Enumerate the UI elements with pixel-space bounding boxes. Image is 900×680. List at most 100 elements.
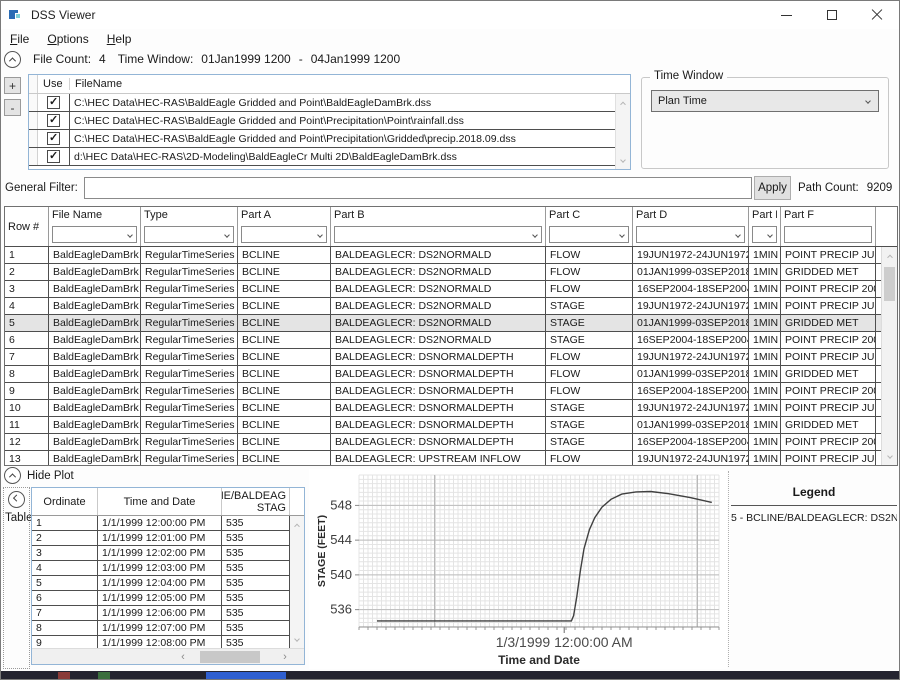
list-item[interactable]: 41/1/1999 12:03:00 PM535 — [32, 561, 304, 576]
table-cell: FLOW — [546, 366, 633, 382]
list-item[interactable]: 81/1/1999 12:07:00 PM535 — [32, 621, 304, 636]
column-filter-combo[interactable] — [241, 226, 327, 243]
chevron-down-icon — [865, 98, 871, 104]
title-bar[interactable]: DSS Viewer — [1, 1, 899, 29]
ordinate-table-hscrollbar[interactable]: ‹ › — [32, 648, 304, 664]
time-date-column-header: Time and Date — [98, 488, 222, 515]
file-row: C:\HEC Data\HEC-RAS\BaldEagle Gridded an… — [29, 130, 630, 148]
table-row[interactable]: 12BaldEagleDamBrkRegularTimeSeriesBCLINE… — [5, 434, 897, 451]
column-filter-combo[interactable] — [144, 226, 234, 243]
column-filter-combo[interactable] — [549, 226, 629, 243]
taskbar-item[interactable] — [98, 672, 110, 679]
file-list-scrollbar[interactable] — [615, 94, 630, 169]
apply-button[interactable]: Apply — [754, 176, 791, 200]
menu-options[interactable]: Options — [38, 30, 97, 48]
table-row[interactable]: 6BaldEagleDamBrkRegularTimeSeriesBCLINEB… — [5, 332, 897, 349]
menu-file[interactable]: File — [1, 30, 38, 48]
column-header-label: Type — [144, 209, 234, 221]
table-row[interactable]: 4BaldEagleDamBrkRegularTimeSeriesBCLINEB… — [5, 298, 897, 315]
scroll-down-button[interactable] — [290, 632, 304, 646]
table-row[interactable]: 8BaldEagleDamBrkRegularTimeSeriesBCLINEB… — [5, 366, 897, 383]
table-row[interactable]: 7BaldEagleDamBrkRegularTimeSeriesBCLINEB… — [5, 349, 897, 366]
table-row[interactable]: 11BaldEagleDamBrkRegularTimeSeriesBCLINE… — [5, 417, 897, 434]
file-list: Use FileName C:\HEC Data\HEC-RAS\BaldEag… — [28, 74, 631, 170]
use-checkbox[interactable] — [47, 132, 60, 145]
taskbar-item[interactable] — [206, 672, 286, 679]
taskbar-item[interactable] — [58, 672, 70, 679]
hide-plot-toggle[interactable]: Hide Plot — [4, 467, 74, 484]
scroll-up-button[interactable] — [290, 518, 304, 532]
list-item[interactable]: 51/1/1999 12:04:00 PM535 — [32, 576, 304, 591]
chevron-down-icon — [620, 157, 626, 163]
column-filter-input[interactable] — [784, 226, 872, 243]
scroll-down-button[interactable] — [882, 449, 897, 463]
collapse-file-panel-button[interactable] — [4, 51, 21, 68]
path-count-label: Path Count: — [798, 182, 859, 194]
menu-help[interactable]: Help — [98, 30, 141, 48]
catalog-scrollbar[interactable] — [881, 247, 897, 465]
table-cell: BaldEagleDamBrk — [49, 332, 141, 348]
remove-file-button[interactable]: - — [4, 99, 21, 116]
general-filter-input[interactable] — [84, 177, 752, 199]
table-row[interactable]: 13BaldEagleDamBrkRegularTimeSeriesBCLINE… — [5, 451, 897, 466]
table-cell: 6 — [5, 332, 49, 348]
collapse-table-button[interactable] — [8, 491, 25, 508]
table-splitter-strip[interactable]: Table — [3, 487, 30, 669]
chevron-down-icon — [767, 232, 773, 238]
scrollbar-thumb[interactable] — [200, 651, 260, 663]
ordinate-table-vscrollbar[interactable] — [290, 516, 304, 648]
scroll-left-button[interactable]: ‹ — [178, 652, 188, 662]
table-cell: 8 — [5, 366, 49, 382]
time-window-select[interactable]: Plan Time — [651, 90, 879, 112]
table-cell: BALDEAGLECR: DS2NORMALD — [331, 298, 546, 314]
list-item[interactable]: 71/1/1999 12:06:00 PM535 — [32, 606, 304, 621]
table-row[interactable]: 1BaldEagleDamBrkRegularTimeSeriesBCLINEB… — [5, 247, 897, 264]
add-file-button[interactable]: + — [4, 77, 21, 94]
use-checkbox[interactable] — [47, 96, 60, 109]
table-cell: BALDEAGLECR: DSNORMALDEPTH — [331, 366, 546, 382]
use-checkbox[interactable] — [47, 150, 60, 163]
value-header-line2: STAG — [257, 502, 286, 514]
chevron-down-icon — [735, 232, 741, 238]
column-filter-combo[interactable] — [636, 226, 745, 243]
scroll-up-button[interactable] — [616, 96, 630, 110]
table-row[interactable]: 5BaldEagleDamBrkRegularTimeSeriesBCLINEB… — [5, 315, 897, 332]
column-filter-combo[interactable] — [334, 226, 542, 243]
table-cell: 6 — [32, 591, 98, 605]
table-cell: 01JAN1999-03SEP2018 — [633, 264, 749, 280]
use-checkbox[interactable] — [47, 114, 60, 127]
table-row[interactable]: 2BaldEagleDamBrkRegularTimeSeriesBCLINEB… — [5, 264, 897, 281]
file-path: C:\HEC Data\HEC-RAS\BaldEagle Gridded an… — [70, 133, 630, 145]
list-item[interactable]: 31/1/1999 12:02:00 PM535 — [32, 546, 304, 561]
list-item[interactable]: 21/1/1999 12:01:00 PM535 — [32, 531, 304, 546]
table-cell: FLOW — [546, 383, 633, 399]
column-filter-combo[interactable] — [52, 226, 137, 243]
chevron-up-icon — [620, 102, 626, 108]
minimize-button[interactable] — [764, 1, 809, 29]
stage-plot[interactable]: 536540544548STAGE (FEET)1/3/1999 12:00:0… — [309, 469, 727, 669]
collapse-plot-button[interactable] — [4, 467, 21, 484]
close-icon — [871, 9, 883, 21]
table-cell: 9 — [5, 383, 49, 399]
minimize-icon — [781, 15, 792, 16]
table-cell: BaldEagleDamBrk — [49, 434, 141, 450]
table-row[interactable]: 10BaldEagleDamBrkRegularTimeSeriesBCLINE… — [5, 400, 897, 417]
chevron-up-icon — [294, 524, 300, 530]
maximize-button[interactable] — [809, 1, 854, 29]
list-item[interactable]: 11/1/1999 12:00:00 PM535 — [32, 516, 304, 531]
scroll-down-button[interactable] — [616, 153, 630, 167]
scrollbar-thumb[interactable] — [884, 267, 895, 301]
table-cell: BaldEagleDamBrk — [49, 400, 141, 416]
table-cell: 1MIN — [749, 247, 781, 263]
row-gutter — [29, 94, 38, 111]
scroll-up-button[interactable] — [882, 249, 897, 263]
list-item[interactable]: 61/1/1999 12:05:00 PM535 — [32, 591, 304, 606]
table-row[interactable]: 9BaldEagleDamBrkRegularTimeSeriesBCLINEB… — [5, 383, 897, 400]
table-cell: BALDEAGLECR: DS2NORMALD — [331, 281, 546, 297]
scroll-right-button[interactable]: › — [280, 652, 290, 662]
table-cell: RegularTimeSeries — [141, 451, 238, 466]
column-filter-combo[interactable] — [752, 226, 777, 243]
table-row[interactable]: 3BaldEagleDamBrkRegularTimeSeriesBCLINEB… — [5, 281, 897, 298]
close-button[interactable] — [854, 1, 899, 29]
table-cell: 5 — [5, 315, 49, 331]
